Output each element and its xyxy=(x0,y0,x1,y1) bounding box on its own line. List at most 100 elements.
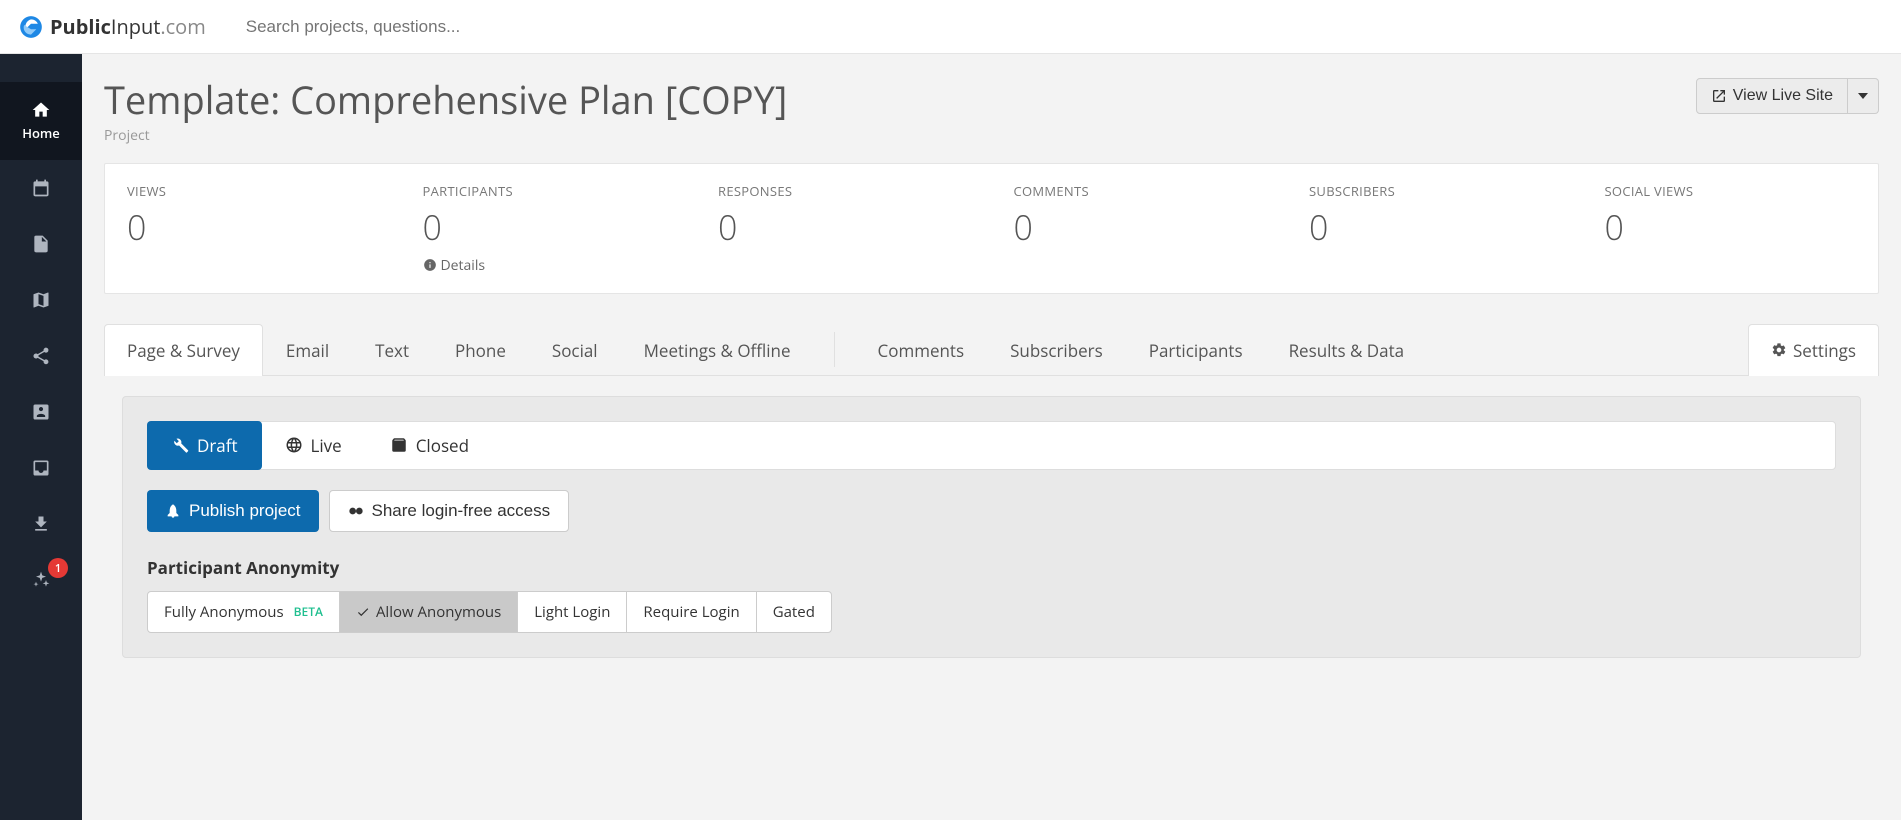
publish-button[interactable]: Publish project xyxy=(147,490,319,532)
tab-participants[interactable]: Participants xyxy=(1126,324,1266,376)
glasses-icon xyxy=(348,503,364,519)
stat-details-button[interactable]: Details xyxy=(423,256,675,275)
anon-light-button[interactable]: Light Login xyxy=(518,592,627,632)
tab-settings-label: Settings xyxy=(1793,339,1856,362)
download-icon xyxy=(31,514,51,534)
rocket-icon xyxy=(165,503,181,519)
sidebar-item-inbox[interactable] xyxy=(0,440,82,496)
caret-down-icon xyxy=(1858,91,1868,101)
home-icon xyxy=(31,100,51,120)
stat-value: 0 xyxy=(718,204,970,250)
brand-logo-icon xyxy=(18,14,44,40)
share-label: Share login-free access xyxy=(372,501,551,521)
calendar-icon xyxy=(31,178,51,198)
archive-icon xyxy=(390,436,408,454)
sparkle-icon xyxy=(31,570,51,590)
anon-gated-button[interactable]: Gated xyxy=(757,592,831,632)
tab-settings[interactable]: Settings xyxy=(1748,324,1879,376)
status-closed-button[interactable]: Closed xyxy=(366,422,493,469)
share-access-button[interactable]: Share login-free access xyxy=(329,490,570,532)
tab-bar: Page & Survey Email Text Phone Social Me… xyxy=(104,324,1879,376)
view-live-btn-group: View Live Site xyxy=(1696,78,1879,114)
check-icon xyxy=(356,605,370,619)
notification-badge: 1 xyxy=(48,558,68,578)
tab-phone[interactable]: Phone xyxy=(432,324,529,376)
brand-text: PublicInput.com xyxy=(50,13,206,40)
page-title: Template: Comprehensive Plan [COPY] xyxy=(104,78,787,124)
stat-label: PARTICIPANTS xyxy=(423,182,675,200)
gear-icon xyxy=(1771,342,1787,358)
brand-logo-link[interactable]: PublicInput.com xyxy=(18,13,206,40)
sidebar-item-download[interactable] xyxy=(0,496,82,552)
stat-label: RESPONSES xyxy=(718,182,970,200)
anon-require-button[interactable]: Require Login xyxy=(627,592,756,632)
status-draft-button[interactable]: Draft xyxy=(147,421,262,470)
tab-email[interactable]: Email xyxy=(263,324,352,376)
stat-views: VIEWS 0 xyxy=(105,164,401,293)
globe-icon xyxy=(285,436,303,454)
tab-comments[interactable]: Comments xyxy=(855,324,988,376)
tab-meetings[interactable]: Meetings & Offline xyxy=(621,324,814,376)
anonymity-options: Fully Anonymous BETA Allow Anonymous Lig… xyxy=(147,591,832,633)
stat-value: 0 xyxy=(1309,204,1561,250)
stat-comments: COMMENTS 0 xyxy=(992,164,1288,293)
stat-responses: RESPONSES 0 xyxy=(696,164,992,293)
tab-page-survey[interactable]: Page & Survey xyxy=(104,324,263,376)
page-header: Template: Comprehensive Plan [COPY] Proj… xyxy=(82,78,1901,163)
sidebar-item-home[interactable]: Home xyxy=(0,82,82,160)
external-link-icon xyxy=(1711,88,1727,104)
tools-icon xyxy=(171,436,189,454)
status-draft-label: Draft xyxy=(197,434,238,457)
sidebar-item-calendar[interactable] xyxy=(0,160,82,216)
status-closed-label: Closed xyxy=(416,434,469,457)
anon-light-label: Light Login xyxy=(534,602,610,622)
stat-subscribers: SUBSCRIBERS 0 xyxy=(1287,164,1583,293)
view-live-dropdown-button[interactable] xyxy=(1848,78,1879,114)
stat-value: 0 xyxy=(423,204,675,250)
view-live-label: View Live Site xyxy=(1733,87,1833,105)
stat-participants: PARTICIPANTS 0 Details xyxy=(401,164,697,293)
sidebar-item-map[interactable] xyxy=(0,272,82,328)
status-row: Draft Live Closed xyxy=(147,421,1836,470)
sidebar-item-label: Home xyxy=(22,124,60,142)
status-live-button[interactable]: Live xyxy=(261,422,366,469)
beta-badge: BETA xyxy=(294,603,323,620)
sidebar-item-document[interactable] xyxy=(0,216,82,272)
search-input[interactable] xyxy=(246,17,746,37)
stat-social-views: SOCIAL VIEWS 0 xyxy=(1583,164,1879,293)
tab-subscribers[interactable]: Subscribers xyxy=(987,324,1126,376)
anon-fully-label: Fully Anonymous xyxy=(164,602,284,622)
tab-social[interactable]: Social xyxy=(529,324,621,376)
view-live-site-button[interactable]: View Live Site xyxy=(1696,78,1848,114)
action-row: Publish project Share login-free access xyxy=(147,490,1836,532)
stat-value: 0 xyxy=(127,204,379,250)
anon-allow-label: Allow Anonymous xyxy=(376,602,501,622)
anon-allow-button[interactable]: Allow Anonymous xyxy=(340,592,518,632)
anon-require-label: Require Login xyxy=(643,602,739,622)
tab-text[interactable]: Text xyxy=(352,324,432,376)
stat-value: 0 xyxy=(1605,204,1857,250)
stat-label: SUBSCRIBERS xyxy=(1309,182,1561,200)
share-icon xyxy=(31,346,51,366)
sidebar: Home 1 xyxy=(0,54,82,820)
anonymity-heading: Participant Anonymity xyxy=(147,556,1836,579)
tab-results[interactable]: Results & Data xyxy=(1266,324,1428,376)
sidebar-item-share[interactable] xyxy=(0,328,82,384)
stat-label: SOCIAL VIEWS xyxy=(1605,182,1857,200)
anon-gated-label: Gated xyxy=(773,602,815,622)
stats-row: VIEWS 0 PARTICIPANTS 0 Details RESPONSES… xyxy=(104,163,1879,294)
stat-label: VIEWS xyxy=(127,182,379,200)
topbar: PublicInput.com xyxy=(0,0,1901,54)
status-live-label: Live xyxy=(311,434,342,457)
sidebar-item-sparkle[interactable]: 1 xyxy=(0,552,82,608)
document-icon xyxy=(31,234,51,254)
stat-details-label: Details xyxy=(441,256,486,275)
sidebar-item-contacts[interactable] xyxy=(0,384,82,440)
inbox-icon xyxy=(31,458,51,478)
anon-fully-button[interactable]: Fully Anonymous BETA xyxy=(148,592,340,632)
main-content: Template: Comprehensive Plan [COPY] Proj… xyxy=(82,54,1901,820)
info-icon xyxy=(423,258,437,272)
map-icon xyxy=(31,290,51,310)
stat-value: 0 xyxy=(1014,204,1266,250)
contacts-icon xyxy=(31,402,51,422)
